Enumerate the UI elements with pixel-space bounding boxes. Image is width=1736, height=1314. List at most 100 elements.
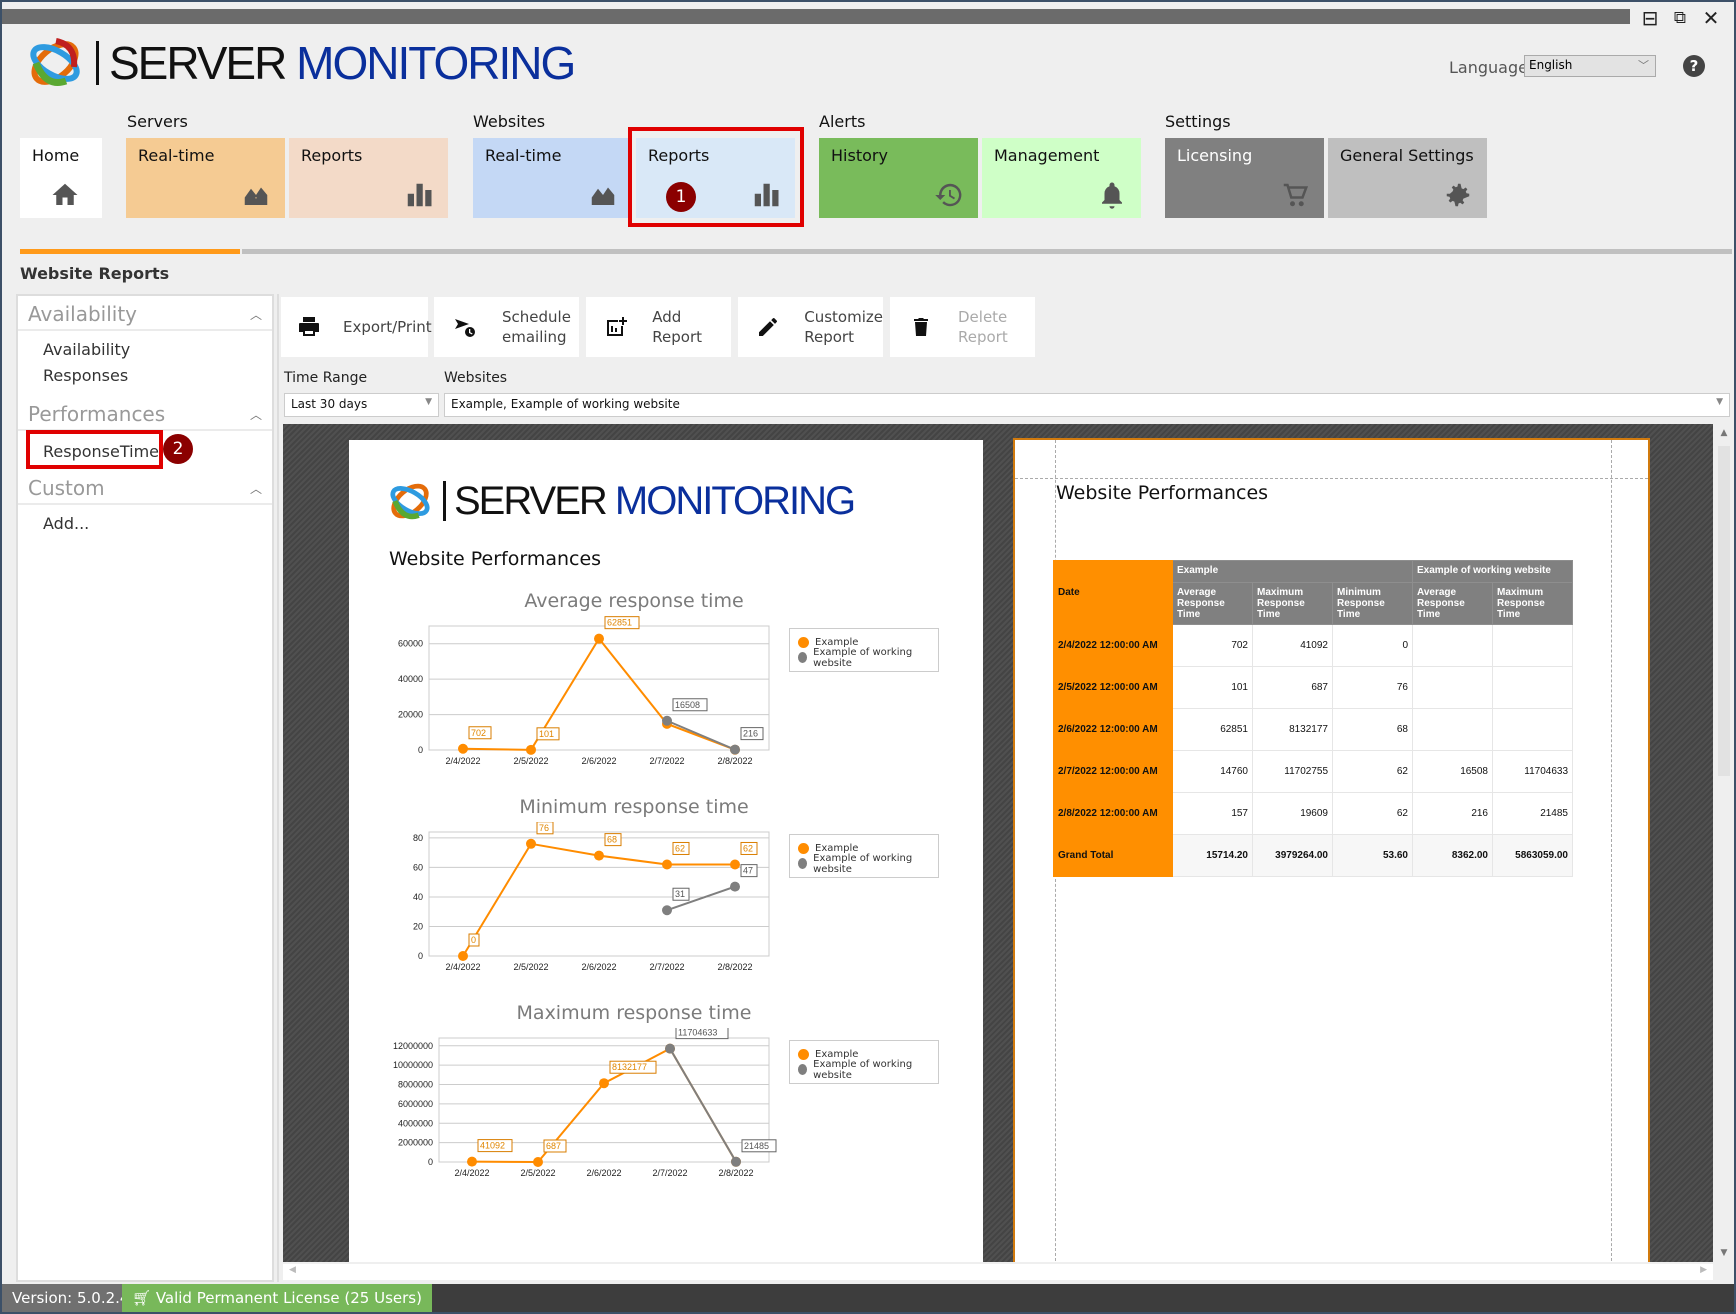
column-header: Average Response Time	[1412, 582, 1493, 625]
data-point	[594, 850, 604, 861]
nav-tile-label: Real-time	[485, 146, 562, 165]
nav-tile-label: Real-time	[138, 146, 215, 165]
row-date: 2/8/2022 12:00:00 AM	[1053, 792, 1173, 835]
data-label: 62	[675, 843, 685, 853]
scroll-thumb[interactable]	[1718, 446, 1730, 776]
minimize-button[interactable]: ⊟	[1638, 6, 1662, 30]
table-cell	[1492, 708, 1573, 751]
x-tick-label: 2/7/2022	[652, 1168, 687, 1178]
table-row: 2/8/2022 12:00:00 AM 157 19609 62 216 21485	[1053, 792, 1573, 835]
table-cell: 53.60	[1332, 834, 1413, 877]
highlight-box-2	[26, 430, 163, 469]
data-label: 62851	[607, 618, 632, 628]
table-cell: 101	[1172, 666, 1253, 709]
nav-tile-general-settings[interactable]: General Settings	[1328, 138, 1487, 218]
sidebar-item-responses[interactable]: Responses	[43, 366, 128, 385]
close-button[interactable]: ✕	[1699, 6, 1723, 30]
chevron-up-icon[interactable]: ︿	[250, 406, 262, 423]
add-report-button[interactable]: Add Report	[586, 297, 731, 357]
nav-tile-websites-realtime[interactable]: Real-time	[473, 138, 632, 218]
table-row: 2/7/2022 12:00:00 AM 14760 11702755 62 16508…	[1053, 750, 1573, 793]
data-point	[526, 838, 536, 849]
table-cell: 5863059.00	[1492, 834, 1573, 877]
column-header: Minimum Response Time	[1332, 582, 1413, 625]
sidebar-group-custom[interactable]: Custom	[28, 476, 105, 500]
printer-icon	[297, 312, 321, 342]
popout-button[interactable]: ⧉	[1668, 6, 1692, 30]
report-logo: SERVER MONITORING	[387, 476, 856, 526]
button-label: Add Report	[652, 308, 702, 346]
status-bar: Version: 5.0.2.4 🛒︎ Valid Permanent Lice…	[2, 1284, 1734, 1312]
data-point	[467, 1156, 477, 1167]
table-cell: 15714.20	[1172, 834, 1253, 877]
table-cell: 702	[1172, 624, 1253, 667]
button-label-line2: Report	[804, 328, 854, 346]
nav-tile-licensing[interactable]: Licensing	[1165, 138, 1324, 218]
help-button[interactable]: ?	[1683, 55, 1705, 77]
data-point	[662, 859, 672, 870]
license-status[interactable]: 🛒︎ Valid Permanent License (25 Users)	[122, 1284, 432, 1312]
y-tick-label: 20000	[398, 710, 423, 720]
y-tick-label: 0	[428, 1157, 433, 1167]
horizontal-scrollbar[interactable]: ◀ ▶	[283, 1264, 1713, 1280]
x-tick-label: 2/5/2022	[513, 962, 548, 972]
chevron-up-icon[interactable]: ︿	[250, 306, 262, 323]
pencil-icon	[754, 312, 782, 342]
nav-tile-home[interactable]: Home	[20, 138, 102, 218]
gear-icon	[1443, 180, 1473, 210]
nav-tile-alerts-management[interactable]: Management	[982, 138, 1141, 218]
data-point	[730, 744, 740, 755]
button-label-line1: Customize	[804, 308, 883, 326]
sidebar-group-performances[interactable]: Performances	[28, 402, 165, 426]
title-bar[interactable]	[2, 9, 1630, 24]
chart-line-icon	[588, 180, 618, 210]
app-logo: SERVER MONITORING	[26, 32, 576, 94]
scroll-up-icon[interactable]: ▲	[1715, 428, 1733, 438]
chevron-up-icon[interactable]: ︿	[250, 480, 262, 497]
language-select[interactable]: English ﹀	[1524, 55, 1656, 77]
version-label: Version: 5.0.2.4	[2, 1284, 140, 1312]
y-tick-label: 2000000	[398, 1138, 433, 1148]
report-preview[interactable]: SERVER MONITORING Website Performances A…	[283, 424, 1713, 1262]
nav-tile-servers-reports[interactable]: Reports	[289, 138, 448, 218]
scroll-right-icon[interactable]: ▶	[1700, 1265, 1707, 1275]
x-tick-label: 2/7/2022	[649, 962, 684, 972]
vertical-scrollbar[interactable]: ▲ ▼	[1715, 424, 1733, 1262]
time-range-select[interactable]: Last 30 days ▼	[284, 393, 439, 417]
customize-report-button[interactable]: Customize Report	[738, 297, 883, 357]
scroll-left-icon[interactable]: ◀	[289, 1265, 296, 1275]
step-marker-2: 2	[163, 434, 193, 464]
nav-tile-alerts-history[interactable]: History	[819, 138, 978, 218]
table-cell: 19609	[1252, 792, 1333, 835]
x-tick-label: 2/4/2022	[445, 962, 480, 972]
sidebar-item-availability[interactable]: Availability	[43, 340, 130, 359]
y-tick-label: 8000000	[398, 1080, 433, 1090]
chart-line-icon	[241, 180, 271, 210]
sidebar-item-add[interactable]: Add...	[43, 514, 89, 533]
report-page-1: SERVER MONITORING Website Performances A…	[349, 440, 983, 1262]
sidebar-group-availability[interactable]: Availability	[28, 302, 137, 326]
nav-tile-servers-realtime[interactable]: Real-time	[126, 138, 285, 218]
x-tick-label: 2/8/2022	[718, 1168, 753, 1178]
nav-group-websites: Websites	[473, 112, 546, 131]
websites-select[interactable]: Example, Example of working website ▼	[444, 393, 1730, 417]
legend-marker-icon	[798, 652, 808, 663]
data-label: 0	[471, 935, 476, 945]
delete-report-button[interactable]: Delete Report	[890, 297, 1035, 357]
time-range-value: Last 30 days	[291, 397, 368, 411]
schedule-emailing-button[interactable]: Schedule emailing	[434, 297, 579, 357]
data-point	[533, 1156, 543, 1167]
export-print-button[interactable]: Export/Print	[281, 297, 432, 357]
chart-title: Minimum response time	[519, 796, 749, 818]
logo-divider	[443, 481, 446, 521]
header-group-example: Example	[1172, 560, 1413, 583]
legend-label: Example of working website	[813, 646, 913, 669]
scroll-down-icon[interactable]: ▼	[1715, 1248, 1733, 1258]
button-label-line2: Report	[958, 328, 1008, 346]
data-label: 76	[539, 823, 549, 833]
legend-item: Example of working website	[798, 853, 930, 875]
legend-marker-icon	[798, 1064, 808, 1075]
report-page-2: Website Performances Date Example Exampl…	[1013, 438, 1650, 1262]
table-cell: 62	[1332, 750, 1413, 793]
add-chart-icon	[602, 312, 630, 342]
